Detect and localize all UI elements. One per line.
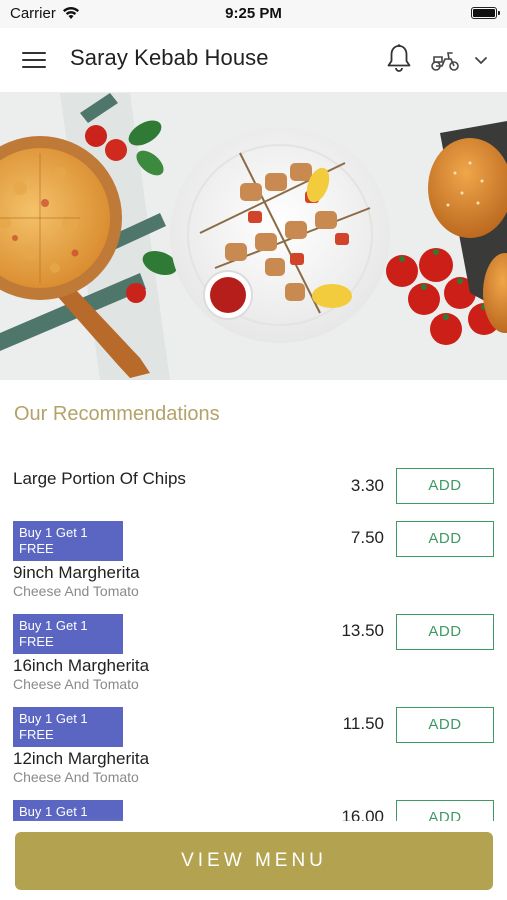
item-description: Cheese And Tomato (13, 769, 139, 785)
chevron-down-icon (475, 57, 487, 64)
recommendations-heading: Our Recommendations (14, 403, 220, 425)
item-name: 16inch Margherita (13, 656, 150, 675)
item-price: 11.50 (342, 714, 384, 733)
item-price: 16.00 (341, 807, 384, 821)
restaurant-title: Saray Kebab House (70, 45, 269, 70)
clock: 9:25 PM (225, 5, 282, 22)
scooter-icon (431, 52, 459, 71)
hamburger-menu-icon[interactable] (22, 50, 48, 70)
item-price: 3.30 (350, 476, 384, 495)
battery-icon (471, 7, 500, 19)
promo-badge: Buy 1 Get 1 (13, 800, 123, 821)
add-button[interactable]: ADD (396, 468, 494, 504)
add-button[interactable]: ADD (396, 614, 494, 650)
status-bar: Carrier 9:25 PM (0, 0, 507, 28)
add-button[interactable]: ADD (396, 800, 494, 821)
item-name: Large Portion Of Chips (13, 469, 186, 488)
item-name: 12inch Margherita (13, 749, 150, 768)
promo-badge: Buy 1 Get 1 FREE (13, 707, 123, 747)
item-price: 13.50 (341, 621, 384, 640)
add-button[interactable]: ADD (396, 521, 494, 557)
promo-badge: Buy 1 Get 1 FREE (13, 521, 123, 561)
delivery-mode-selector[interactable] (430, 46, 492, 74)
add-button[interactable]: ADD (396, 707, 494, 743)
promo-badge: Buy 1 Get 1 FREE (13, 614, 123, 654)
item-description: Cheese And Tomato (13, 676, 139, 692)
item-name: 9inch Margherita (13, 563, 140, 582)
item-description: Cheese And Tomato (13, 583, 139, 599)
food-banner-illustration (0, 93, 507, 380)
app-header: Saray Kebab House (0, 28, 507, 93)
view-menu-button[interactable]: VIEW MENU (15, 832, 493, 890)
recommendations-list: Large Portion Of Chips 3.30 ADD Buy 1 Ge… (0, 455, 507, 821)
item-price: 7.50 (350, 528, 384, 547)
hero-banner-image (0, 93, 507, 380)
bell-icon[interactable] (385, 43, 413, 73)
